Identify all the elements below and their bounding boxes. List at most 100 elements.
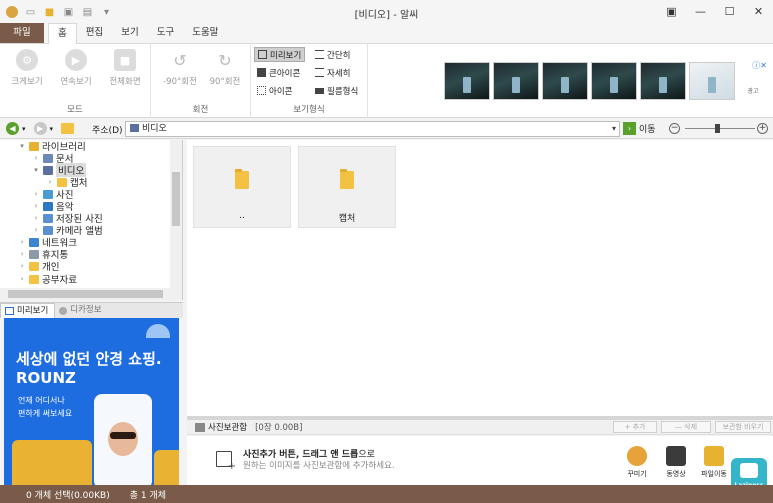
- maximize-button[interactable]: ☐: [715, 0, 744, 24]
- slideshow-label: 연속보기: [60, 77, 92, 87]
- tab-home[interactable]: 홈: [48, 23, 77, 44]
- expand-icon[interactable]: ›: [32, 214, 40, 222]
- zoom-track[interactable]: [685, 128, 755, 129]
- folder-icon: [29, 274, 39, 284]
- collapse-icon[interactable]: ▾: [18, 142, 26, 150]
- view-large-icon-option[interactable]: 큰아이콘: [254, 65, 303, 80]
- ad-info-icon[interactable]: ⓘ✕: [752, 60, 767, 71]
- view-simple-option[interactable]: 간단히: [312, 47, 353, 62]
- expand-icon[interactable]: ›: [32, 154, 40, 162]
- tab-help[interactable]: 도움말: [183, 23, 227, 43]
- library-icon: [29, 141, 39, 151]
- save-icon[interactable]: ▣: [62, 6, 75, 19]
- pictures-icon: [43, 213, 53, 223]
- clear-bin-button[interactable]: 보관함 비우기: [715, 421, 771, 433]
- file-tile-parent[interactable]: ..: [193, 146, 291, 228]
- ribbon-tabs: 파일 홈 편집 보기 도구 도움말: [0, 23, 773, 44]
- customize-dropdown-icon[interactable]: ▾: [100, 6, 113, 19]
- tab-edit[interactable]: 편집: [77, 23, 112, 43]
- folder-tree: ▾ 라이브러리 › 문서 ▾ 비디오 › 캡처 › 사진 › 음악 › 저장된 …: [0, 140, 183, 288]
- view-details-option[interactable]: 자세히: [312, 65, 353, 80]
- expand-icon[interactable]: ›: [18, 262, 26, 270]
- tree-horizontal-scrollbar[interactable]: [0, 288, 183, 300]
- tab-tools[interactable]: 도구: [148, 23, 183, 43]
- palette-icon: [627, 446, 647, 466]
- move-file-tool[interactable]: 파일이동: [697, 446, 731, 479]
- pictures-icon: [43, 225, 53, 235]
- rotate-group-label: 회전: [192, 105, 209, 115]
- address-dropdown-icon[interactable]: ▾: [612, 122, 616, 136]
- tab-preview[interactable]: 미리보기: [0, 303, 56, 318]
- expand-icon[interactable]: ›: [32, 190, 40, 198]
- ad-product-image: [591, 62, 637, 100]
- scrollbar-thumb[interactable]: [172, 172, 180, 226]
- expand-icon[interactable]: ›: [18, 250, 26, 258]
- view-film-option[interactable]: 필름형식: [312, 83, 361, 98]
- view-film-label: 필름형식: [327, 86, 359, 97]
- compact-mode-button[interactable]: ▣: [657, 0, 686, 24]
- view-preview-option[interactable]: 미리보기: [254, 47, 306, 62]
- lamp-graphic: [146, 324, 170, 338]
- large-view-button[interactable]: ⚙ 크게보기: [5, 49, 49, 87]
- zoom-in-icon[interactable]: +: [757, 123, 768, 134]
- slideshow-button[interactable]: ▶ 연속보기: [54, 49, 98, 87]
- view-icon-option[interactable]: 아이콘: [254, 83, 295, 98]
- tab-view[interactable]: 보기: [112, 23, 147, 43]
- collapse-icon[interactable]: ▾: [32, 166, 40, 174]
- list-view-icon: [315, 50, 324, 59]
- tab-file[interactable]: 파일: [0, 23, 44, 43]
- up-folder-icon[interactable]: [61, 123, 75, 134]
- preview-ad-banner[interactable]: 세상에 없던 안경 쇼핑. ROUNZ 언제 어디서나 편하게 써보세요: [4, 318, 179, 485]
- folder-icon: [29, 261, 39, 271]
- rotate-right-button[interactable]: ↻ 90°회전: [203, 49, 247, 88]
- folder-icon: [340, 169, 354, 189]
- fullscreen-icon: ■: [114, 49, 136, 71]
- photo-bin[interactable]: 사진추가 버튼, 드래그 앤 드롭으로 원하는 이미지를 사진보관함에 추가하세…: [187, 436, 773, 485]
- zoom-thumb[interactable]: [715, 124, 720, 133]
- go-label: 이동: [639, 125, 656, 135]
- expand-icon[interactable]: ›: [32, 202, 40, 210]
- address-field[interactable]: 비디오 ▾: [125, 121, 620, 137]
- tree-item-personal[interactable]: › 개인: [18, 260, 59, 273]
- zoom-slider[interactable]: − +: [669, 123, 769, 135]
- expand-icon[interactable]: ›: [18, 238, 26, 246]
- remove-photo-button[interactable]: — 삭제: [661, 421, 711, 433]
- rotate-left-button[interactable]: ↺ -90°회전: [158, 49, 202, 88]
- decorate-tool[interactable]: 꾸미기: [620, 446, 654, 479]
- ribbon-ad-banner[interactable]: ⓘ✕ 광고: [444, 60, 770, 100]
- back-icon[interactable]: ◀: [6, 122, 19, 135]
- new-folder-icon[interactable]: ▭: [24, 6, 37, 19]
- address-label: 주소(D): [92, 126, 123, 136]
- forward-icon[interactable]: ▶: [33, 122, 47, 135]
- go-button[interactable]: › 이동: [623, 122, 656, 135]
- print-icon[interactable]: ▤: [81, 6, 94, 19]
- go-arrow-icon: ›: [623, 122, 636, 135]
- add-photo-button[interactable]: + 추가: [613, 421, 657, 433]
- zoom-out-icon[interactable]: −: [669, 123, 680, 134]
- forward-dropdown-icon[interactable]: ▾: [50, 125, 54, 133]
- tree-item-study[interactable]: › 공부자료: [18, 273, 77, 286]
- title-bar: ▭ ■ ▣ ▤ ▾ [비디오] - 알씨 ▣ — ☐ ✕: [0, 0, 773, 24]
- film-icon: [666, 446, 686, 466]
- tab-camera-info[interactable]: 디카정보: [55, 303, 107, 318]
- video-tool[interactable]: 동영상: [659, 446, 693, 479]
- open-folder-icon[interactable]: ■: [43, 6, 56, 19]
- tree-vertical-scrollbar[interactable]: [170, 140, 182, 288]
- file-tile-capture[interactable]: 캡처: [298, 146, 396, 228]
- back-dropdown-icon[interactable]: ▾: [22, 125, 26, 133]
- fullscreen-button[interactable]: ■ 전체화면: [103, 49, 147, 87]
- preview-icon: [5, 307, 14, 315]
- fullscreen-label: 전체화면: [109, 77, 141, 87]
- close-button[interactable]: ✕: [744, 0, 773, 24]
- video-folder-icon: [43, 165, 53, 175]
- minimize-button[interactable]: —: [686, 0, 715, 24]
- folder-move-icon: [704, 446, 724, 466]
- expand-icon[interactable]: ›: [18, 275, 26, 283]
- tree-item-library[interactable]: ▾ 라이브러리: [18, 140, 86, 153]
- view-preview-label: 미리보기: [270, 50, 302, 61]
- expand-icon[interactable]: ›: [46, 178, 54, 186]
- expand-icon[interactable]: ›: [32, 226, 40, 234]
- film-view-icon: [315, 87, 324, 94]
- app-logo-icon[interactable]: [6, 6, 18, 18]
- scrollbar-thumb[interactable]: [8, 290, 163, 298]
